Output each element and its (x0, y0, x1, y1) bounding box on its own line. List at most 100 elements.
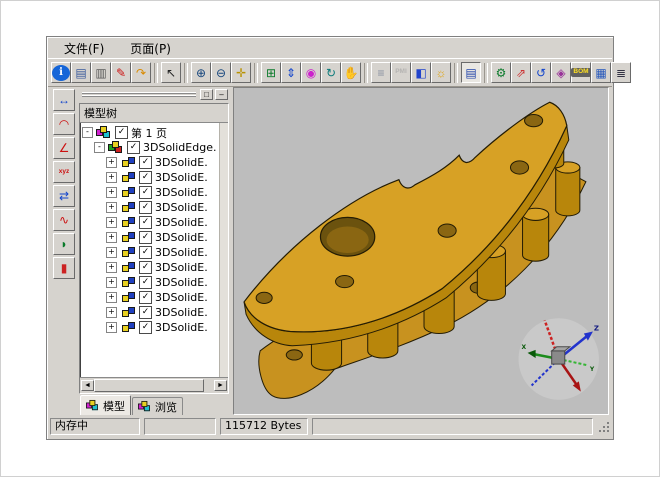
menu-page[interactable]: 页面(P) (130, 40, 171, 57)
layers-button[interactable]: ≡ (371, 62, 391, 83)
pan-button[interactable]: ✛ (231, 62, 251, 83)
measure-curve-button[interactable]: ∿ (53, 209, 75, 231)
measure-volume-button[interactable]: ▮ (53, 257, 75, 279)
part-checkbox[interactable]: ✓ (139, 186, 152, 199)
expand-icon[interactable]: + (106, 202, 117, 213)
explode-button[interactable]: ◈ (551, 62, 571, 83)
measure-radius-button[interactable]: ◠ (53, 113, 75, 135)
measure-area-button[interactable]: ◗ (53, 233, 75, 255)
zoom-out-button[interactable]: ⊖ (211, 62, 231, 83)
select-button[interactable]: ↖ (161, 62, 181, 83)
info-button[interactable]: i (51, 62, 71, 83)
part-checkbox[interactable]: ✓ (139, 201, 152, 214)
refresh-button[interactable]: ↻ (321, 62, 341, 83)
panel-grip[interactable] (82, 92, 196, 97)
expand-icon[interactable]: + (106, 247, 117, 258)
tree-item[interactable]: + ✓ 3DSolidE. (82, 290, 219, 305)
part-checkbox[interactable]: ✓ (139, 231, 152, 244)
root-checkbox[interactable]: ✓ (115, 126, 128, 139)
tree-item[interactable]: + ✓ 3DSolidE. (82, 155, 219, 170)
orbit-icon: ◉ (306, 67, 316, 79)
markup-button[interactable]: ✎ (111, 62, 131, 83)
panel-titlebar[interactable]: □ – (79, 87, 229, 103)
part-checkbox[interactable]: ✓ (139, 261, 152, 274)
spin-button[interactable]: ↺ (531, 62, 551, 83)
bom-button[interactable]: BOM (571, 62, 591, 83)
resize-grip[interactable] (597, 420, 610, 433)
lights-button[interactable]: ☼ (431, 62, 451, 83)
dynamic-zoom-button[interactable]: ⇕ (281, 62, 301, 83)
zoom-in-button[interactable]: ⊕ (191, 62, 211, 83)
pan-hand-button[interactable]: ✋ (341, 62, 361, 83)
rotate-button[interactable]: ◉ (301, 62, 321, 83)
tree-item[interactable]: + ✓ 3DSolidE. (82, 260, 219, 275)
expand-icon[interactable]: + (106, 172, 117, 183)
measure-gap-button[interactable]: ⇄ (53, 185, 75, 207)
expand-icon[interactable]: + (106, 292, 117, 303)
parts-button[interactable]: ⚙ (491, 62, 511, 83)
part-checkbox[interactable]: ✓ (139, 276, 152, 289)
panel-float-button[interactable]: □ (200, 89, 213, 100)
assembly-checkbox[interactable]: ✓ (127, 141, 140, 154)
expand-icon[interactable]: + (106, 217, 117, 228)
measure-coordinate-button[interactable]: xyz (53, 161, 75, 183)
part-checkbox[interactable]: ✓ (139, 171, 152, 184)
measure-angle-button[interactable]: ∠ (53, 137, 75, 159)
tree-horizontal-scrollbar[interactable]: ◄ ► (80, 377, 228, 393)
expand-icon[interactable]: + (106, 277, 117, 288)
bulb-icon: ☼ (436, 67, 447, 79)
expand-icon[interactable]: + (106, 157, 117, 168)
expand-icon[interactable]: + (106, 262, 117, 273)
scroll-right-button[interactable]: ► (214, 380, 227, 391)
tree-item-label: 3DSolidE. (155, 201, 208, 214)
viewport-3d[interactable]: Z X Y (233, 87, 609, 415)
panel-collapse-button[interactable]: – (215, 89, 228, 100)
measure-distance-button[interactable]: ↔ (53, 89, 75, 111)
tree-vertical-scrollbar[interactable] (219, 123, 228, 377)
panel-body: 模型树 - ✓ 第 1 页 - (79, 103, 229, 394)
orientation-trackball[interactable]: Z X Y (519, 318, 600, 400)
part-checkbox[interactable]: ✓ (139, 156, 152, 169)
part-checkbox[interactable]: ✓ (139, 321, 152, 334)
tree-item[interactable]: + ✓ 3DSolidE. (82, 230, 219, 245)
scroll-left-button[interactable]: ◄ (81, 380, 94, 391)
move-part-button[interactable]: ⇗ (511, 62, 531, 83)
tree-item[interactable]: + ✓ 3DSolidE. (82, 215, 219, 230)
zoom-window-button[interactable]: ⊞ (261, 62, 281, 83)
part-icon (120, 231, 136, 244)
part-checkbox[interactable]: ✓ (139, 306, 152, 319)
tree-item[interactable]: + ✓ 3DSolidE. (82, 200, 219, 215)
part-checkbox[interactable]: ✓ (139, 246, 152, 259)
spin-icon: ↺ (536, 67, 546, 79)
expand-icon[interactable]: + (106, 187, 117, 198)
tab-browse[interactable]: 浏览 (132, 397, 183, 415)
tab-label: 浏览 (155, 399, 177, 415)
tree-item[interactable]: + ✓ 3DSolidE. (82, 305, 219, 320)
tree-item[interactable]: + ✓ 3DSolidE. (82, 185, 219, 200)
expand-icon[interactable]: + (106, 232, 117, 243)
print-button[interactable]: ▥ (91, 62, 111, 83)
collapse-icon[interactable]: - (82, 127, 93, 138)
print-preview-button[interactable]: ▤ (71, 62, 91, 83)
zoom-window-icon: ⊞ (266, 67, 276, 79)
part-checkbox[interactable]: ✓ (139, 291, 152, 304)
part-icon (120, 216, 136, 229)
expand-icon[interactable]: + (106, 307, 117, 318)
model-tree-toggle-button[interactable]: ▤ (461, 62, 481, 83)
export-button[interactable]: ↷ (131, 62, 151, 83)
scroll-thumb[interactable] (94, 379, 204, 392)
tree-item[interactable]: + ✓ 3DSolidE. (82, 245, 219, 260)
menu-file[interactable]: 文件(F) (64, 40, 104, 57)
tree-item[interactable]: + ✓ 3DSolidE. (82, 275, 219, 290)
render-mode-button[interactable]: ◧ (411, 62, 431, 83)
collapse-icon[interactable]: - (94, 142, 105, 153)
tab-model[interactable]: 模型 (80, 395, 131, 415)
part-checkbox[interactable]: ✓ (139, 216, 152, 229)
tree-item[interactable]: + ✓ 3DSolidE. (82, 170, 219, 185)
report-table-button[interactable]: ▦ (591, 62, 611, 83)
tree-assembly-row[interactable]: - ✓ 3DSolidEdge. (82, 140, 219, 155)
tree-item[interactable]: + ✓ 3DSolidE. (82, 320, 219, 335)
expand-icon[interactable]: + (106, 322, 117, 333)
structure-tree-button[interactable]: ≣ (611, 62, 631, 83)
tree-root-row[interactable]: - ✓ 第 1 页 (82, 125, 219, 140)
